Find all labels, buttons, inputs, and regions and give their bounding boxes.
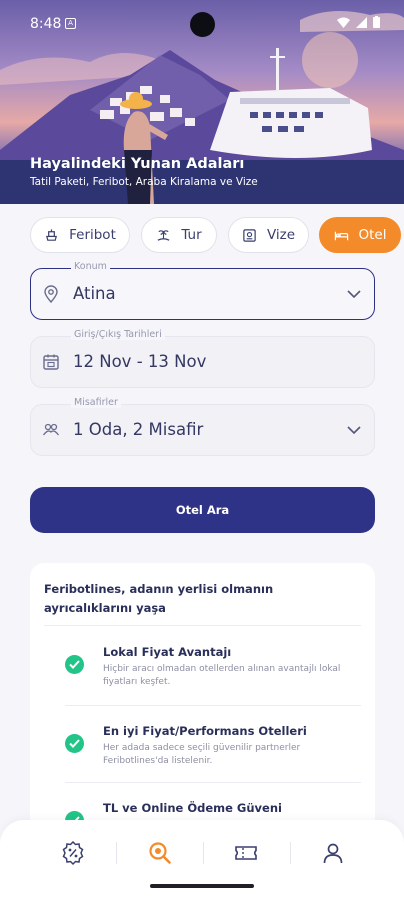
bottom-navigation: [0, 820, 404, 900]
status-bar: 8:48 A: [0, 0, 404, 46]
divider: [65, 705, 361, 706]
chevron-down-icon: [347, 290, 361, 299]
dates-label: Giriş/Çıkış Tarihleri: [71, 329, 165, 340]
status-icons: [337, 16, 380, 28]
signal-icon: [356, 16, 367, 28]
advantage-desc: Her adada sadece seçili güvenilir partne…: [103, 743, 301, 766]
divider: [65, 782, 361, 783]
tab-otel[interactable]: Otel: [319, 217, 401, 253]
guests-select[interactable]: Misafirler 1 Oda, 2 Misafir: [30, 397, 375, 456]
nav-divider: [290, 842, 291, 864]
nav-divider: [116, 842, 117, 864]
notification-a-icon: A: [65, 18, 76, 29]
location-value: Atina: [73, 284, 116, 303]
nav-tickets[interactable]: [233, 840, 259, 866]
profile-icon: [323, 843, 343, 864]
home-indicator: [150, 884, 254, 888]
nav-divider: [203, 842, 204, 864]
location-select[interactable]: Konum Atina: [30, 261, 375, 320]
location-label: Konum: [71, 261, 110, 272]
advantages-title: Feribotlines, adanın yerlisi olmanın ayr…: [44, 582, 274, 615]
hotel-icon: [334, 231, 348, 240]
visa-icon: [243, 228, 256, 242]
chevron-down-icon: [347, 426, 361, 435]
search-icon: [149, 842, 171, 864]
hero-banner: 8:48 A Hayalindeki Yunan Adaları Tatil P…: [0, 0, 404, 204]
advantage-item: Lokal Fiyat Avantajı Hiçbir aracı olmada…: [65, 645, 355, 705]
nav-search[interactable]: [147, 840, 173, 866]
check-circle-icon: [65, 655, 84, 674]
tab-tur[interactable]: Tur: [141, 217, 217, 253]
advantages-card: Feribotlines, adanın yerlisi olmanın ayr…: [30, 563, 375, 853]
tab-vize[interactable]: Vize: [228, 217, 309, 253]
ticket-icon: [235, 846, 257, 860]
check-circle-icon: [65, 734, 84, 753]
camera-cutout: [190, 12, 215, 37]
tour-icon: [157, 229, 170, 241]
advantage-item: En iyi Fiyat/Performans Otelleri Her ada…: [65, 724, 355, 784]
ferry-icon: [46, 228, 58, 241]
advantage-title: En iyi Fiyat/Performans Otelleri: [103, 724, 307, 738]
divider: [44, 625, 361, 626]
hotel-search-button[interactable]: Otel Ara: [30, 487, 375, 533]
category-tabs: Feribot Tur Vize Otel: [30, 217, 404, 255]
guests-value: 1 Oda, 2 Misafir: [73, 420, 204, 439]
advantage-title: Lokal Fiyat Avantajı: [103, 645, 232, 659]
tab-label: Feribot: [69, 227, 116, 243]
location-pin-icon: [44, 285, 58, 304]
hero-title: Hayalindeki Yunan Adaları: [30, 156, 245, 172]
guests-icon: [42, 423, 60, 436]
tab-label: Otel: [358, 227, 387, 243]
tab-label: Vize: [266, 227, 296, 243]
nav-profile[interactable]: [320, 840, 346, 866]
battery-icon: [373, 16, 380, 28]
status-time: 8:48: [30, 16, 62, 32]
calendar-icon: [43, 354, 59, 370]
tab-feribot[interactable]: Feribot: [30, 217, 130, 253]
hero-subtitle: Tatil Paketi, Feribot, Araba Kiralama ve…: [30, 176, 258, 188]
wifi-icon: [337, 17, 350, 28]
guests-label: Misafirler: [71, 397, 121, 408]
tab-label: Tur: [181, 227, 202, 243]
advantage-title: TL ve Online Ödeme Güveni: [103, 801, 282, 815]
nav-deals[interactable]: [60, 840, 86, 866]
advantage-desc: Hiçbir aracı olmadan otellerden alınan a…: [103, 664, 341, 687]
dates-field[interactable]: Giriş/Çıkış Tarihleri 12 Nov - 13 Nov: [30, 329, 375, 388]
dates-value: 12 Nov - 13 Nov: [73, 352, 207, 371]
deals-badge-icon: [62, 840, 84, 866]
